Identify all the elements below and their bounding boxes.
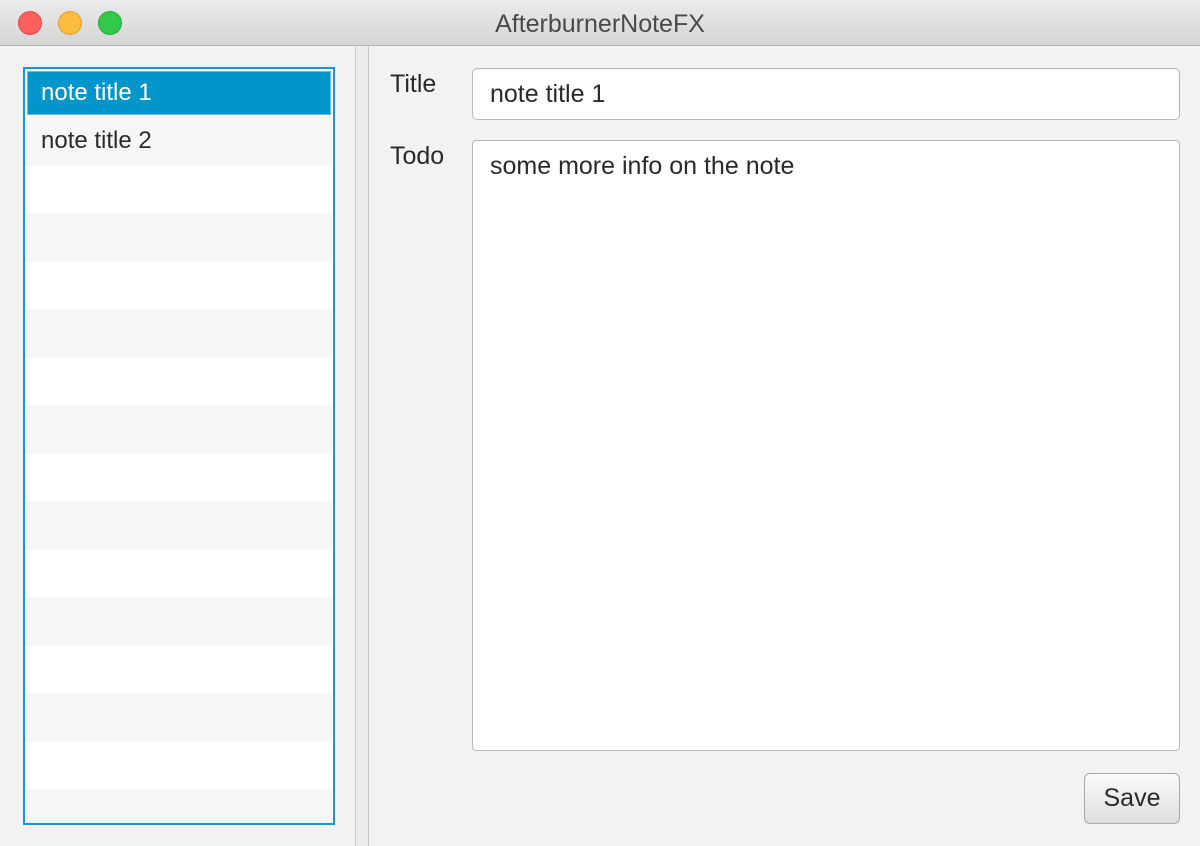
- empty-list-row: [25, 453, 333, 501]
- todo-label: Todo: [390, 142, 445, 170]
- empty-list-row: [25, 741, 333, 789]
- empty-list-row: [25, 501, 333, 549]
- empty-list-row: [25, 165, 333, 213]
- empty-list-row: [25, 693, 333, 741]
- empty-list-row: [25, 789, 333, 823]
- save-button[interactable]: Save: [1084, 773, 1180, 824]
- empty-list-row: [25, 357, 333, 405]
- split-pane-divider[interactable]: [355, 46, 369, 846]
- title-bar[interactable]: AfterburnerNoteFX: [0, 0, 1200, 46]
- empty-list-row: [25, 549, 333, 597]
- list-item[interactable]: note title 2: [25, 117, 333, 165]
- window-title: AfterburnerNoteFX: [495, 10, 705, 38]
- title-label: Title: [390, 70, 437, 98]
- empty-list-row: [25, 597, 333, 645]
- todo-textarea[interactable]: some more info on the note: [472, 140, 1180, 751]
- title-input[interactable]: [472, 68, 1180, 120]
- list-item[interactable]: note title 1: [27, 71, 331, 115]
- empty-list-row: [25, 405, 333, 453]
- empty-list-row: [25, 213, 333, 261]
- empty-list-row: [25, 645, 333, 693]
- empty-list-row: [25, 309, 333, 357]
- note-list[interactable]: note title 1 note title 2: [23, 67, 335, 825]
- app-window: AfterburnerNoteFX note title 1 note titl…: [0, 0, 1200, 846]
- empty-list-row: [25, 261, 333, 309]
